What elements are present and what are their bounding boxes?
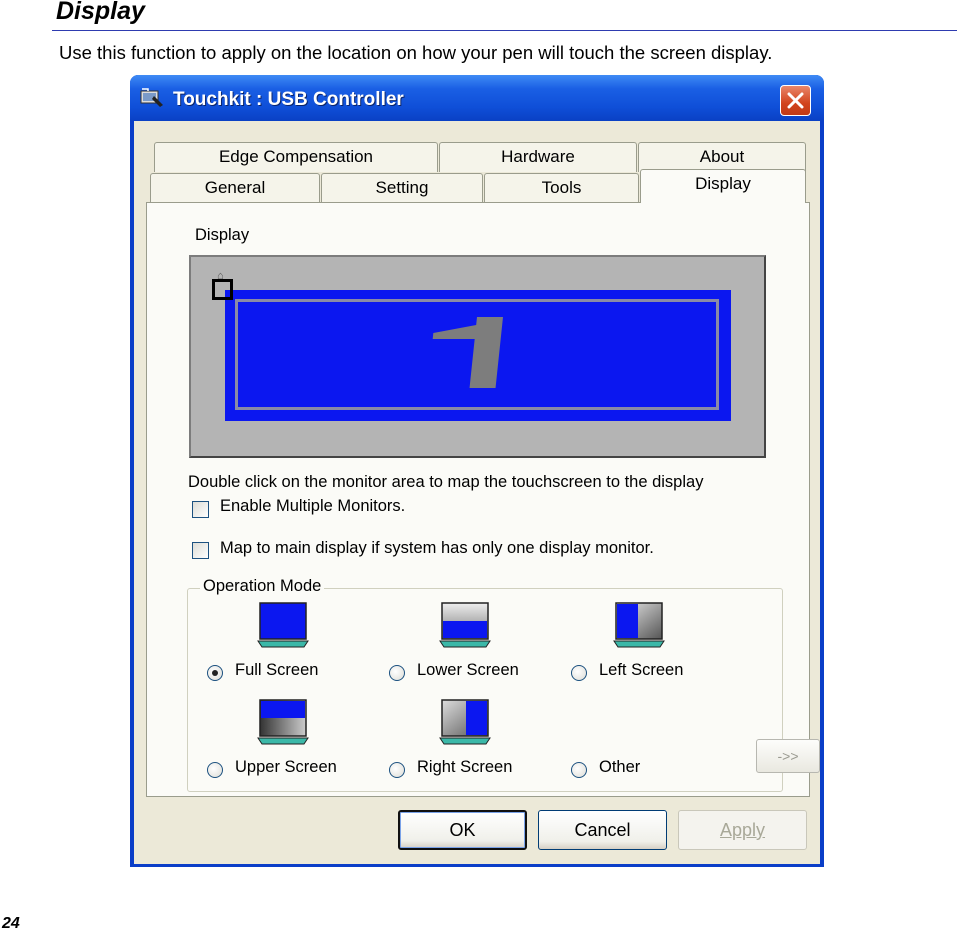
title-bar[interactable]: Touchkit : USB Controller — [130, 75, 824, 121]
tab-display[interactable]: Display — [640, 169, 806, 203]
full-screen-radio[interactable] — [207, 665, 223, 681]
left-screen-monitor-icon — [613, 602, 665, 648]
right-screen-radio[interactable] — [389, 762, 405, 778]
other-radio[interactable] — [571, 762, 587, 778]
enable-multiple-monitors-checkbox[interactable] — [192, 501, 209, 518]
upper-screen-monitor-icon — [257, 699, 309, 745]
radio-selected-dot — [212, 670, 218, 676]
map-instruction-text: Double click on the monitor area to map … — [188, 473, 704, 491]
right-screen-monitor-icon — [439, 699, 491, 745]
tab-hardware[interactable]: Hardware — [439, 142, 637, 172]
monitor-map-area[interactable]: 1 ⌂ — [189, 255, 766, 458]
display-section-label: Display — [195, 226, 250, 244]
lower-screen-monitor-icon — [439, 602, 491, 648]
map-to-main-checkbox[interactable] — [192, 542, 209, 559]
left-screen-radio[interactable] — [571, 665, 587, 681]
operation-mode-group: Operation Mode Full Screen Lower Screen … — [187, 577, 820, 792]
page-number: 24 — [2, 915, 20, 932]
right-screen-label[interactable]: Right Screen — [417, 758, 512, 777]
more-options-button[interactable]: ->> — [756, 739, 820, 773]
calibration-marker-icon — [212, 279, 233, 300]
window-title: Touchkit : USB Controller — [173, 89, 404, 110]
left-screen-label[interactable]: Left Screen — [599, 661, 683, 680]
tab-edge-compensation[interactable]: Edge Compensation — [154, 142, 438, 172]
upper-screen-radio[interactable] — [207, 762, 223, 778]
full-screen-label[interactable]: Full Screen — [235, 661, 318, 680]
monitor-1-screen[interactable]: 1 — [225, 290, 731, 421]
lower-screen-radio[interactable] — [389, 665, 405, 681]
cancel-button[interactable]: Cancel — [538, 810, 667, 850]
upper-screen-label[interactable]: Upper Screen — [235, 758, 337, 777]
tab-tools[interactable]: Tools — [484, 173, 639, 203]
close-button[interactable] — [780, 85, 811, 116]
full-screen-monitor-icon — [257, 602, 309, 648]
dialog-client: Edge Compensation Hardware About General… — [134, 121, 820, 864]
tab-about[interactable]: About — [638, 142, 806, 172]
operation-mode-title: Operation Mode — [200, 577, 325, 596]
map-to-main-label[interactable]: Map to main display if system has only o… — [220, 539, 654, 558]
touchkit-app-icon — [140, 88, 163, 107]
tab-general[interactable]: General — [150, 173, 320, 203]
other-label[interactable]: Other — [599, 758, 640, 777]
ok-button[interactable]: OK — [398, 810, 527, 850]
apply-button[interactable]: Apply — [678, 810, 807, 850]
document-heading: Display — [56, 0, 145, 25]
display-tab-panel: Display 1 ⌂ Double click on the monitor … — [146, 202, 820, 797]
document-description: Use this function to apply on the locati… — [59, 42, 773, 63]
touchkit-window: Touchkit : USB Controller Edge Compensat… — [130, 75, 824, 867]
heading-rule — [52, 30, 957, 31]
tab-setting[interactable]: Setting — [321, 173, 483, 203]
close-icon — [787, 92, 804, 109]
lower-screen-label[interactable]: Lower Screen — [417, 661, 519, 680]
enable-multiple-monitors-label[interactable]: Enable Multiple Monitors. — [220, 497, 405, 516]
monitor-number-graphic — [432, 317, 503, 388]
